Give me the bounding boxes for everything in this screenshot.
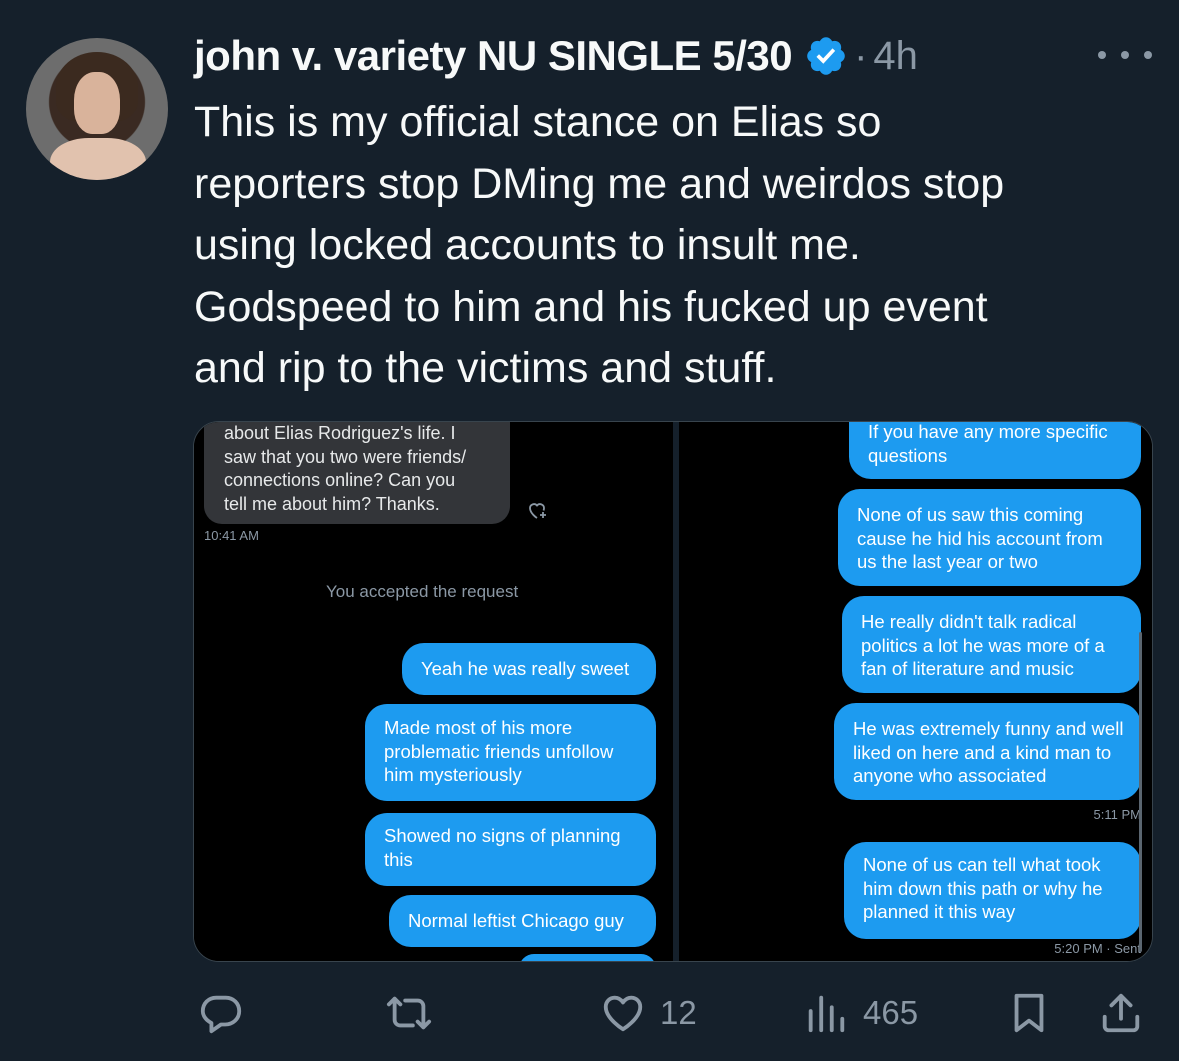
outgoing-message: Showed no signs of planning this xyxy=(365,813,656,886)
views-count: 465 xyxy=(863,994,919,1031)
outgoing-message: He really didn't talk radical politics a… xyxy=(842,596,1141,693)
bookmark-button[interactable] xyxy=(1006,985,1052,1041)
tweet-header: john v. variety NU SINGLE 5/30 · 4h xyxy=(194,30,918,82)
reply-button[interactable] xyxy=(198,985,244,1041)
request-accepted-notice: You accepted the request xyxy=(326,582,519,601)
tweet-timestamp[interactable]: 4h xyxy=(873,34,918,79)
more-dot xyxy=(1144,51,1152,59)
tweet-text-line: using locked accounts to insult me. xyxy=(194,221,861,269)
tweet-text: This is my official stance on Elias so r… xyxy=(194,92,1144,400)
tweet-media-image[interactable]: about Elias Rodriguez's life. I saw that… xyxy=(193,421,1153,962)
retweet-icon xyxy=(386,996,432,1030)
avatar-body xyxy=(50,138,146,180)
verified-badge-icon xyxy=(807,37,845,75)
dm-screenshot-right: If you have any more specific questions … xyxy=(679,422,1152,961)
tweet-text-line: This is my official stance on Elias so xyxy=(194,98,882,146)
bookmark-icon xyxy=(1014,993,1044,1033)
outgoing-message-partial xyxy=(519,954,656,961)
more-dot xyxy=(1098,51,1106,59)
react-heart-icon xyxy=(529,503,546,519)
message-timestamp: 5:11 PM xyxy=(1093,807,1141,822)
views-icon xyxy=(808,995,845,1033)
outgoing-message: If you have any more specific questions xyxy=(849,422,1141,479)
incoming-line: connections online? Can you xyxy=(224,470,456,490)
views-button[interactable]: 465 xyxy=(803,985,918,1041)
tweet-text-line: Godspeed to him and his fucked up event xyxy=(194,282,988,331)
incoming-line: saw that you two were friends/ xyxy=(224,446,467,467)
author-avatar[interactable] xyxy=(26,38,168,180)
outgoing-message: None of us saw this coming cause he hid … xyxy=(838,489,1141,586)
like-button[interactable]: 12 xyxy=(600,985,697,1041)
outgoing-message: Made most of his more problematic friend… xyxy=(365,704,656,801)
header-separator: · xyxy=(854,33,868,78)
reply-icon xyxy=(200,995,242,1034)
outgoing-message: Yeah he was really sweet xyxy=(402,643,656,695)
tweet-text-line: reporters stop DMing me and weirdos stop xyxy=(194,159,1005,208)
dm-scrollbar xyxy=(1139,632,1142,952)
incoming-message: about Elias Rodriguez's life. I saw that… xyxy=(204,422,510,524)
more-options-icon[interactable] xyxy=(1098,40,1152,70)
like-count: 12 xyxy=(660,994,697,1031)
heart-icon xyxy=(603,995,643,1032)
outgoing-message: None of us can tell what took him down t… xyxy=(844,842,1141,939)
incoming-line: about Elias Rodriguez's life. I xyxy=(224,423,456,443)
retweet-button[interactable] xyxy=(386,985,432,1041)
incoming-timestamp: 10:41 AM xyxy=(204,528,259,543)
avatar-face xyxy=(74,72,120,134)
dm-screenshot-left: about Elias Rodriguez's life. I saw that… xyxy=(194,422,673,961)
author-name[interactable]: john v. variety NU SINGLE 5/30 xyxy=(194,32,793,80)
sent-status: 5:20 PM · Sent xyxy=(1054,941,1141,956)
outgoing-message: Normal leftist Chicago guy xyxy=(389,895,656,947)
tweet-actions-bar: 12 465 xyxy=(0,985,1179,1041)
tweet-text-line: and rip to the victims and stuff. xyxy=(194,344,777,392)
outgoing-message: He was extremely funny and well liked on… xyxy=(834,703,1141,800)
incoming-line: tell me about him? Thanks. xyxy=(224,493,440,514)
share-button[interactable] xyxy=(1098,985,1144,1041)
more-dot xyxy=(1121,51,1129,59)
share-icon xyxy=(1102,993,1140,1033)
